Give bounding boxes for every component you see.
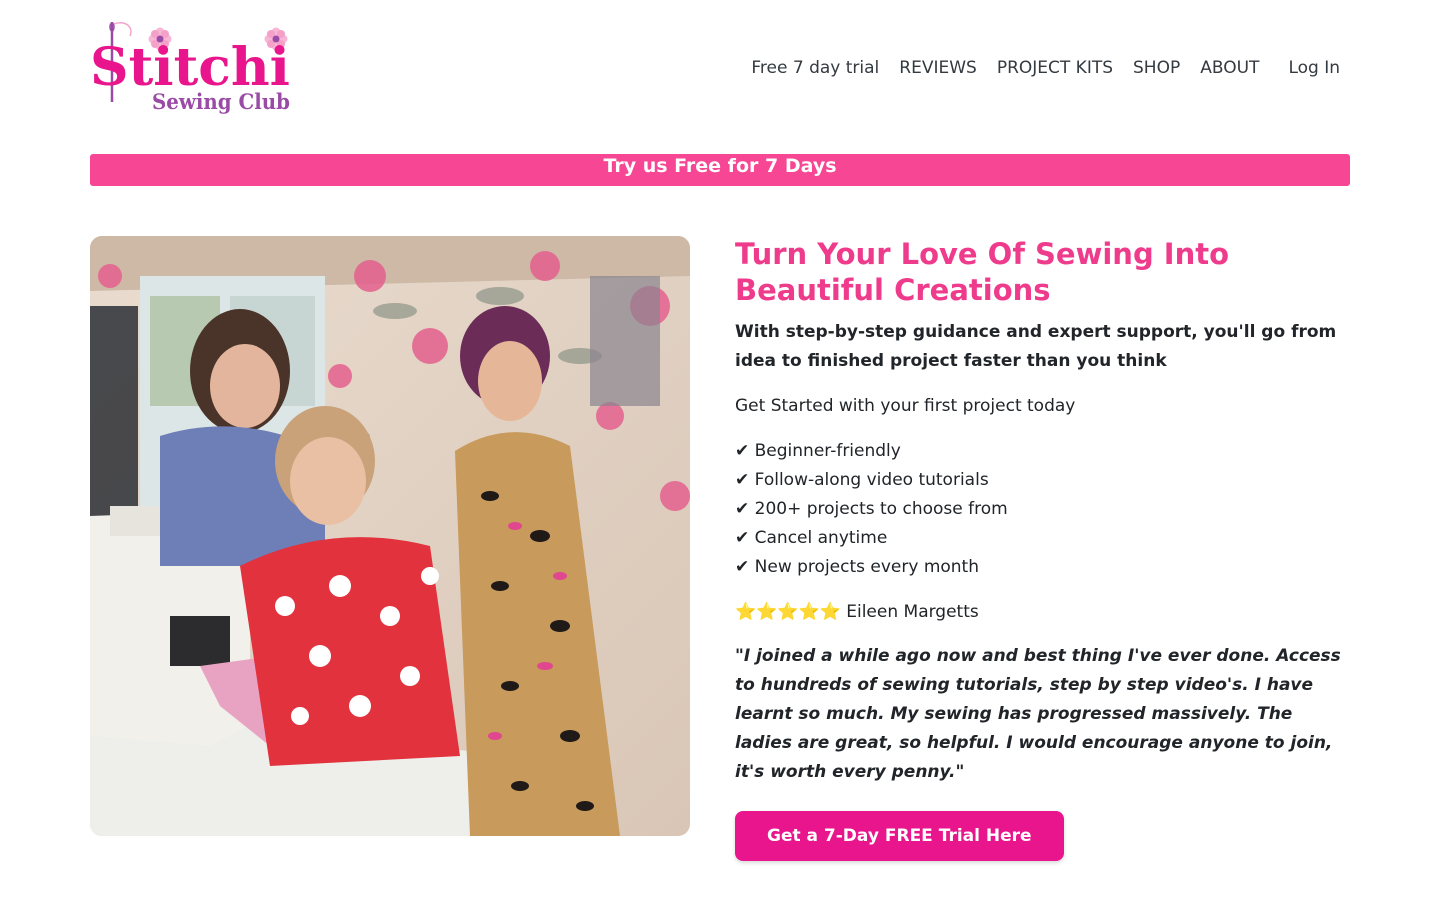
free-trial-banner[interactable]: Try us Free for 7 Days: [90, 154, 1350, 186]
nav-login[interactable]: Log In: [1288, 56, 1340, 80]
svg-text:Sewing Club: Sewing Club: [152, 89, 290, 114]
hero-title: Turn Your Love Of Sewing Into Beautiful …: [735, 237, 1230, 307]
benefit-item: ✔ New projects every month: [735, 557, 980, 577]
review-rating: ⭐⭐⭐⭐⭐ Eileen Margetts: [735, 602, 979, 622]
nav-free-trial[interactable]: Free 7 day trial: [751, 56, 879, 80]
hero-lead: Get Started with your first project toda…: [735, 396, 1076, 416]
benefits-list: ✔ Beginner-friendly ✔ Follow-along video…: [735, 437, 1345, 582]
nav-shop[interactable]: SHOP: [1133, 56, 1180, 80]
free-trial-cta-button[interactable]: Get a 7-Day FREE Trial Here: [735, 811, 1064, 861]
site-header: Stitchi Sewing Club Free 7 day trial REV…: [90, 18, 1350, 118]
testimonial-quote: "I joined a while ago now and best thing…: [735, 646, 1341, 782]
benefit-item: ✔ Cancel anytime: [735, 528, 888, 548]
main-nav: Free 7 day trial REVIEWS PROJECT KITS SH…: [731, 56, 1350, 80]
nav-project-kits[interactable]: PROJECT KITS: [997, 56, 1113, 80]
nav-reviews[interactable]: REVIEWS: [899, 56, 977, 80]
hero-subtitle: With step-by-step guidance and expert su…: [735, 322, 1337, 371]
benefit-item: ✔ 200+ projects to choose from: [735, 499, 1008, 519]
hero-photo: [90, 236, 690, 836]
benefit-item: ✔ Beginner-friendly: [735, 441, 901, 461]
nav-about[interactable]: ABOUT: [1200, 56, 1259, 80]
benefit-item: ✔ Follow-along video tutorials: [735, 470, 989, 490]
hero-content: Turn Your Love Of Sewing Into Beautiful …: [735, 236, 1345, 861]
stitchi-logo[interactable]: Stitchi Sewing Club: [90, 18, 295, 118]
